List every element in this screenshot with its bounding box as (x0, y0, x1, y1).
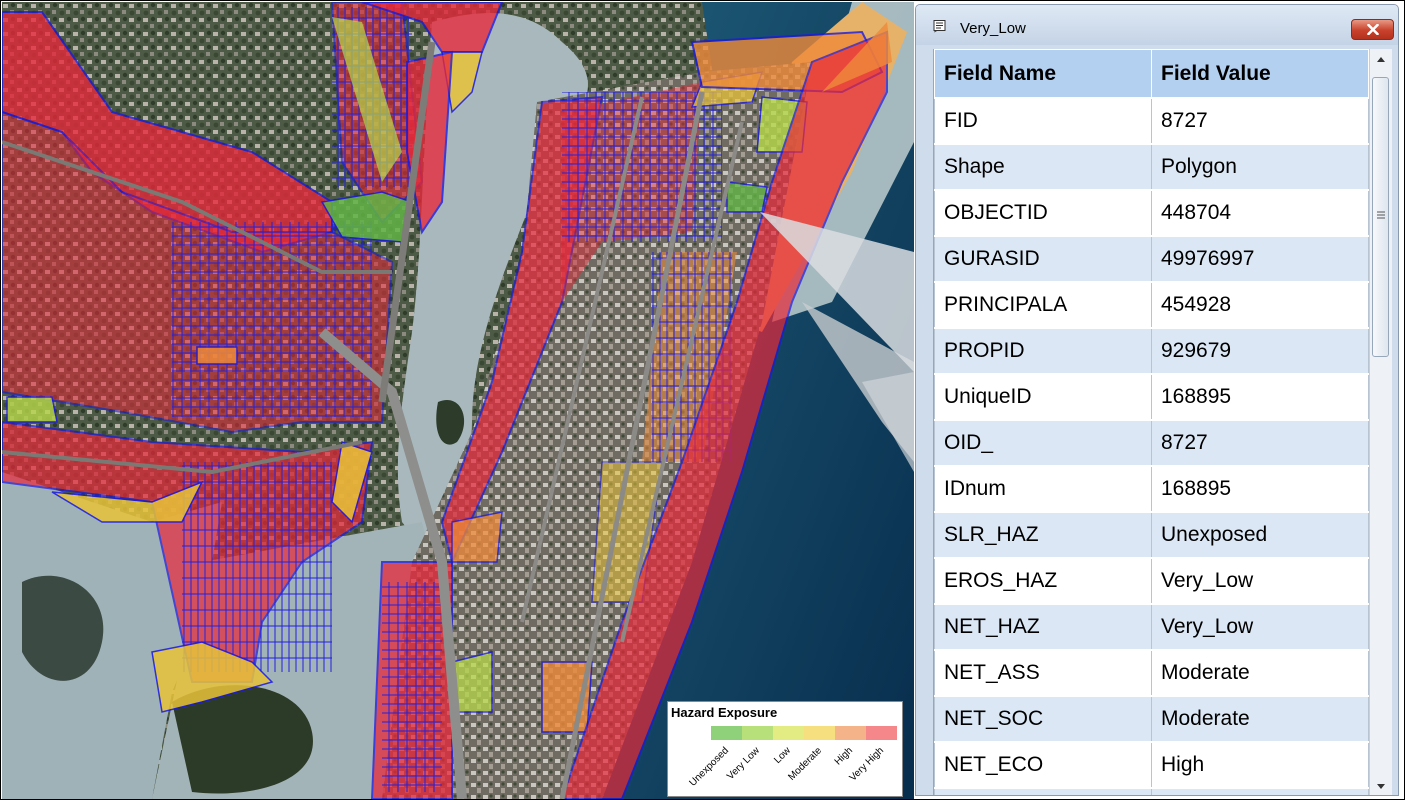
field-value-cell[interactable]: 168895 (1151, 373, 1369, 421)
field-value-cell[interactable]: High (1151, 741, 1369, 789)
field-value-cell[interactable]: Polygon (1151, 143, 1369, 191)
table-row[interactable]: OID_ 8727 (934, 419, 1369, 467)
field-value-cell[interactable]: Moderate (1151, 649, 1369, 697)
field-name-cell[interactable]: Shape (934, 143, 1152, 191)
scrollbar-thumb[interactable] (1372, 77, 1389, 357)
field-name-cell[interactable]: FID (934, 97, 1152, 145)
window-titlebar[interactable]: Very_Low (916, 5, 1398, 45)
close-button[interactable] (1351, 19, 1394, 40)
field-name-cell[interactable]: NET_ECO (934, 741, 1152, 789)
vertical-scrollbar[interactable] (1369, 49, 1392, 796)
table-row[interactable]: SLR_HAZ Unexposed (934, 511, 1369, 559)
table-row[interactable]: EROS_HAZ Very_Low (934, 557, 1369, 605)
hazard-map[interactable] (2, 2, 914, 799)
field-value-cell[interactable]: 8727 (1151, 419, 1369, 467)
table-row[interactable]: BEST_OPTIncrease_setbacks (934, 787, 1369, 795)
scroll-down-arrow-icon[interactable] (1370, 775, 1392, 796)
scroll-up-arrow-icon[interactable] (1370, 49, 1392, 71)
field-name-cell[interactable]: GURASID (934, 235, 1152, 283)
field-value-cell[interactable]: 454928 (1151, 281, 1369, 329)
table-row[interactable]: FID 8727 (934, 97, 1369, 145)
field-value-cell[interactable]: 929679 (1151, 327, 1369, 375)
grip-icon (1377, 211, 1385, 219)
field-name-cell[interactable]: PRINCIPALA (934, 281, 1152, 329)
table-row[interactable]: Shape Polygon (934, 143, 1369, 191)
field-name-cell[interactable]: OID_ (934, 419, 1152, 467)
table-row[interactable]: NET_SOC Moderate (934, 695, 1369, 743)
map-view[interactable] (2, 2, 914, 799)
field-value-cell[interactable]: 8727 (1151, 97, 1369, 145)
field-name-cell[interactable]: EROS_HAZ (934, 557, 1152, 605)
legend-swatch (866, 726, 897, 740)
field-value-cell[interactable]: Very_Low (1151, 557, 1369, 605)
field-value-cell[interactable]: Moderate (1151, 695, 1369, 743)
table-row[interactable]: PROPID 929679 (934, 327, 1369, 375)
column-header-field-value[interactable]: Field Value (1151, 49, 1369, 99)
field-value-cell[interactable]: 448704 (1151, 189, 1369, 237)
table-row[interactable]: GURASID 49976997 (934, 235, 1369, 283)
legend-swatch (742, 726, 773, 740)
field-name-cell[interactable]: BEST_OPT (934, 787, 1152, 795)
table-row[interactable]: OBJECTID 448704 (934, 189, 1369, 237)
field-value-cell[interactable]: Very_Low (1151, 603, 1369, 651)
table-header-row: Field Name Field Value (934, 49, 1369, 99)
table-row[interactable]: UniqueID 168895 (934, 373, 1369, 421)
identify-window: Very_Low Field Name Field Value FID 8727 S… (915, 4, 1399, 796)
field-value-cell[interactable]: Increase_setbacks (1151, 787, 1369, 795)
identify-icon (933, 20, 946, 33)
hazard-legend: Hazard Exposure Unexposed Very Low Low Mode… (667, 701, 903, 797)
attribute-table[interactable]: Field Name Field Value FID 8727 Shape Polyg… (933, 49, 1369, 795)
table-row[interactable]: NET_ECO High (934, 741, 1369, 789)
field-name-cell[interactable]: NET_SOC (934, 695, 1152, 743)
field-value-cell[interactable]: 49976997 (1151, 235, 1369, 283)
app-frame: Hazard Exposure Unexposed Very Low Low Mode… (0, 0, 1405, 800)
table-row[interactable]: IDnum 168895 (934, 465, 1369, 513)
field-name-cell[interactable]: SLR_HAZ (934, 511, 1152, 559)
field-name-cell[interactable]: NET_HAZ (934, 603, 1152, 651)
legend-title: Hazard Exposure (671, 705, 778, 720)
window-title: Very_Low (960, 20, 1026, 37)
legend-swatch (773, 726, 804, 740)
close-icon (1367, 24, 1379, 35)
field-name-cell[interactable]: PROPID (934, 327, 1152, 375)
field-name-cell[interactable]: NET_ASS (934, 649, 1152, 697)
field-name-cell[interactable]: OBJECTID (934, 189, 1152, 237)
legend-swatch (804, 726, 835, 740)
field-value-cell[interactable]: Unexposed (1151, 511, 1369, 559)
field-name-cell[interactable]: IDnum (934, 465, 1152, 513)
table-row[interactable]: NET_HAZ Very_Low (934, 603, 1369, 651)
field-name-cell[interactable]: UniqueID (934, 373, 1152, 421)
table-row[interactable]: NET_ASS Moderate (934, 649, 1369, 697)
column-header-field-name[interactable]: Field Name (934, 49, 1152, 99)
field-value-cell[interactable]: 168895 (1151, 465, 1369, 513)
table-row[interactable]: PRINCIPALA 454928 (934, 281, 1369, 329)
legend-swatch (711, 726, 742, 740)
legend-swatch (835, 726, 866, 740)
